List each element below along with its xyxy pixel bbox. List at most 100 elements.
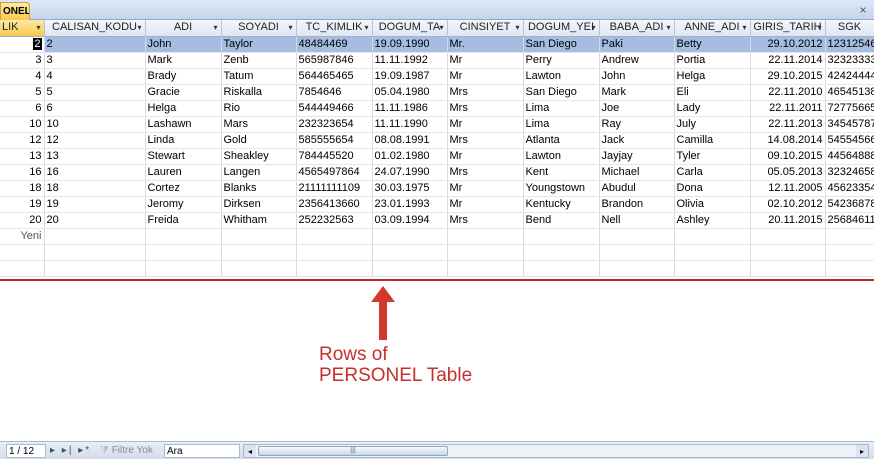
table-cell[interactable]: Youngstown [523, 180, 600, 197]
scroll-right-icon[interactable]: ▸ [856, 445, 868, 457]
record-nav-buttons[interactable]: ▸ ▸| ▸* [50, 444, 91, 458]
table-cell[interactable]: 19.09.1987 [372, 68, 448, 85]
table-cell[interactable]: Lashawn [145, 116, 222, 133]
table-cell[interactable]: Rio [221, 100, 297, 117]
table-row[interactable]: 20 20 Freida Whitham 252232563 03.09.1994 Mrs B… [0, 212, 874, 229]
scroll-left-icon[interactable]: ◂ [244, 445, 256, 457]
table-cell[interactable]: 14.08.2014 [750, 132, 826, 149]
table-cell[interactable]: Helga [674, 68, 751, 85]
table-cell[interactable]: Mrs [447, 164, 524, 181]
table-cell[interactable]: Dirksen [221, 196, 297, 213]
table-cell[interactable]: Mr [447, 68, 524, 85]
sort-dropdown-icon[interactable]: ▾ [817, 20, 821, 35]
table-cell[interactable]: 01.02.1980 [372, 148, 448, 165]
table-cell[interactable]: 4565497864 [296, 164, 373, 181]
sort-dropdown-icon[interactable]: ▾ [36, 20, 40, 35]
table-cell[interactable]: 12.11.2005 [750, 180, 826, 197]
table-cell[interactable] [825, 228, 874, 245]
table-cell[interactable]: Sheakley [221, 148, 297, 165]
table-cell[interactable]: Atlanta [523, 132, 600, 149]
table-cell[interactable]: 544449466 [296, 100, 373, 117]
table-cell[interactable]: 19.09.1990 [372, 36, 448, 53]
filter-toggle[interactable]: ⧩ Filtre Yok [100, 444, 153, 458]
table-cell[interactable]: 3 [0, 52, 45, 69]
table-cell[interactable]: Olivia [674, 196, 751, 213]
table-cell[interactable]: Lawton [523, 148, 600, 165]
table-cell[interactable]: Helga [145, 100, 222, 117]
table-cell[interactable]: Paki [599, 36, 675, 53]
table-cell[interactable]: 4 [0, 68, 45, 85]
table-cell[interactable]: 784445520 [296, 148, 373, 165]
scroll-thumb[interactable]: ||| [258, 446, 448, 456]
table-cell[interactable]: Bend [523, 212, 600, 229]
table-row[interactable]: 2 2 John Taylor 48484469 19.09.1990 Mr. San Die… [0, 36, 874, 53]
sort-dropdown-icon[interactable]: ▾ [591, 20, 595, 35]
table-cell[interactable]: Ray [599, 116, 675, 133]
table-cell[interactable]: Linda [145, 132, 222, 149]
table-cell[interactable]: 12 [0, 132, 45, 149]
column-header[interactable]: SGK [825, 20, 874, 37]
table-cell[interactable]: Mrs [447, 100, 524, 117]
table-cell[interactable]: Mrs [447, 212, 524, 229]
table-cell[interactable]: Kent [523, 164, 600, 181]
record-position-field[interactable]: 1 / 12 [6, 444, 46, 458]
table-cell[interactable]: 16 [44, 164, 146, 181]
table-cell[interactable]: 10 [0, 116, 45, 133]
table-cell[interactable]: 54554566 [825, 132, 874, 149]
table-cell[interactable]: 44564888 [825, 148, 874, 165]
table-cell[interactable]: 564465465 [296, 68, 373, 85]
table-cell[interactable]: Mark [599, 84, 675, 101]
table-cell[interactable]: 11.11.1986 [372, 100, 448, 117]
table-cell[interactable]: Dona [674, 180, 751, 197]
table-cell[interactable]: 22.11.2010 [750, 84, 826, 101]
table-cell[interactable]: 29.10.2015 [750, 68, 826, 85]
column-header[interactable]: SOYADI ▾ [221, 20, 297, 37]
table-row[interactable]: 6 6 Helga Rio 544449466 11.11.1986 Mrs Lima Joe L… [0, 100, 874, 117]
table-cell[interactable]: Lawton [523, 68, 600, 85]
table-cell[interactable]: Jeromy [145, 196, 222, 213]
table-cell[interactable]: John [599, 68, 675, 85]
column-header[interactable]: ADI ▾ [145, 20, 222, 37]
table-cell[interactable]: Gracie [145, 84, 222, 101]
table-cell[interactable]: Mr [447, 180, 524, 197]
table-cell[interactable]: Riskalla [221, 84, 297, 101]
table-cell[interactable]: 2356413660 [296, 196, 373, 213]
new-record-label[interactable]: Yeni [0, 228, 45, 245]
table-cell[interactable]: Tyler [674, 148, 751, 165]
table-cell[interactable]: 32323333 [825, 52, 874, 69]
table-cell[interactable]: 18 [0, 180, 45, 197]
table-cell[interactable]: 585555654 [296, 132, 373, 149]
table-cell[interactable] [599, 228, 675, 245]
table-cell[interactable]: 23.01.1993 [372, 196, 448, 213]
column-header[interactable]: ANNE_ADI ▾ [674, 20, 751, 37]
table-cell[interactable]: Nell [599, 212, 675, 229]
table-cell[interactable]: Mrs [447, 84, 524, 101]
table-cell[interactable] [372, 228, 448, 245]
column-header[interactable]: GIRIS_TARIH ▾ [750, 20, 826, 37]
table-cell[interactable]: Kentucky [523, 196, 600, 213]
table-cell[interactable]: 08.08.1991 [372, 132, 448, 149]
table-row[interactable]: 5 5 Gracie Riskalla 7854646 05.04.1980 Mrs San … [0, 84, 874, 101]
table-cell[interactable]: Lauren [145, 164, 222, 181]
table-cell[interactable]: Andrew [599, 52, 675, 69]
table-cell[interactable]: Betty [674, 36, 751, 53]
table-cell[interactable]: Eli [674, 84, 751, 101]
sort-dropdown-icon[interactable]: ▾ [515, 20, 519, 35]
table-cell[interactable]: Lady [674, 100, 751, 117]
table-cell[interactable]: Mr [447, 116, 524, 133]
table-cell[interactable]: Whitham [221, 212, 297, 229]
close-icon[interactable]: × [856, 3, 870, 17]
table-cell[interactable]: 13 [0, 148, 45, 165]
table-cell[interactable]: Taylor [221, 36, 297, 53]
table-cell[interactable]: 05.05.2013 [750, 164, 826, 181]
table-cell[interactable]: 20 [0, 212, 45, 229]
table-cell[interactable]: San Diego [523, 84, 600, 101]
column-header[interactable]: BABA_ADI ▾ [599, 20, 675, 37]
table-cell[interactable]: 5 [44, 84, 146, 101]
table-cell[interactable]: San Diego [523, 36, 600, 53]
tab-personel[interactable]: ONEL [0, 2, 30, 20]
table-cell[interactable]: Jayjay [599, 148, 675, 165]
table-cell[interactable]: Mr [447, 148, 524, 165]
table-cell[interactable]: Joe [599, 100, 675, 117]
table-cell[interactable]: Ashley [674, 212, 751, 229]
